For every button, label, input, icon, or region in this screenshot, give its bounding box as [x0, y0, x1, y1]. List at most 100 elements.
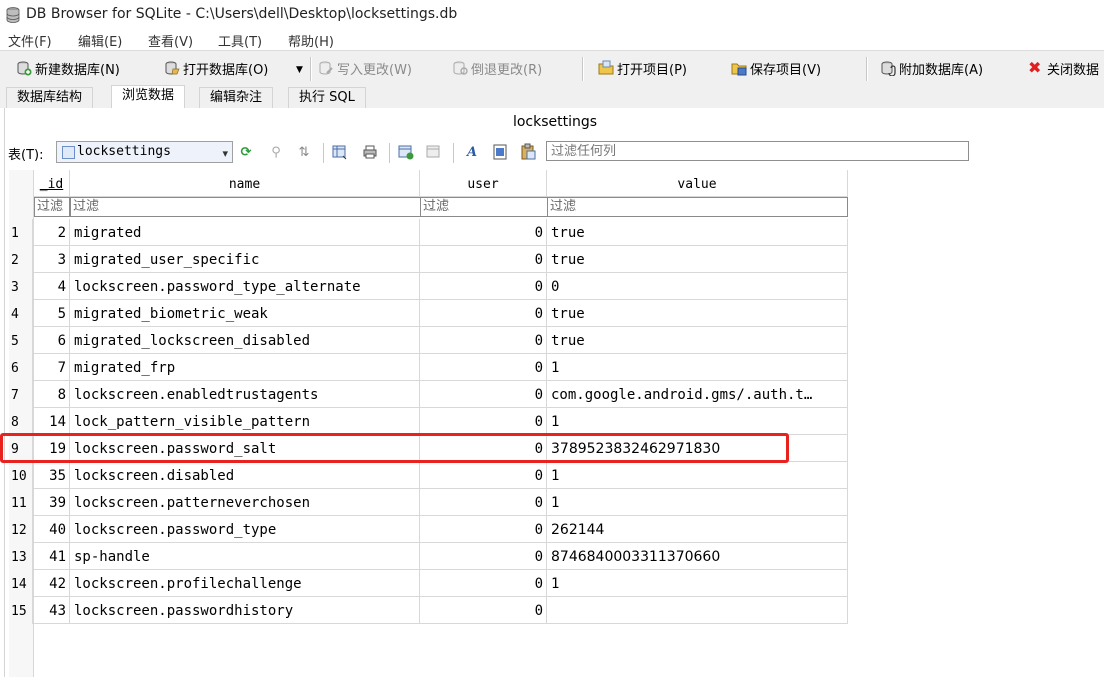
cell-name[interactable]: sp-handle: [70, 543, 420, 570]
table-row[interactable]: 13 41 sp-handle 0 8746840003311370660: [9, 543, 852, 570]
new-database-button[interactable]: 新建数据库(N): [16, 57, 120, 79]
sort-icon[interactable]: ⇅: [295, 143, 313, 161]
insert-record-icon[interactable]: [397, 143, 415, 161]
cell-id[interactable]: 6: [34, 327, 70, 354]
tab-execute-sql[interactable]: 执行 SQL: [288, 87, 366, 108]
cell-id[interactable]: 8: [34, 381, 70, 408]
menu-tools[interactable]: 工具(T): [218, 31, 262, 50]
write-changes-button[interactable]: 写入更改(W): [318, 57, 412, 79]
cell-id[interactable]: 2: [34, 219, 70, 246]
cell-user[interactable]: 0: [420, 435, 547, 462]
table-row[interactable]: 4 5 migrated_biometric_weak 0 true: [9, 300, 852, 327]
table-row[interactable]: 14 42 lockscreen.profilechallenge 0 1: [9, 570, 852, 597]
cell-user[interactable]: 0: [420, 462, 547, 489]
cell-id[interactable]: 40: [34, 516, 70, 543]
cell-id[interactable]: 3: [34, 246, 70, 273]
table-row[interactable]: 2 3 migrated_user_specific 0 true: [9, 246, 852, 273]
cell-name[interactable]: lockscreen.enabledtrustagents: [70, 381, 420, 408]
cell-name[interactable]: lockscreen.disabled: [70, 462, 420, 489]
cell-id[interactable]: 41: [34, 543, 70, 570]
table-row[interactable]: 1 2 migrated 0 true: [9, 219, 852, 246]
cell-value[interactable]: true: [547, 246, 848, 273]
save-table-icon[interactable]: [331, 143, 349, 161]
cell-id[interactable]: 5: [34, 300, 70, 327]
cell-name[interactable]: lockscreen.password_type_alternate: [70, 273, 420, 300]
table-row[interactable]: 8 14 lock_pattern_visible_pattern 0 1: [9, 408, 852, 435]
cell-user[interactable]: 0: [420, 516, 547, 543]
menu-edit[interactable]: 编辑(E): [78, 31, 122, 50]
filter-user-input[interactable]: 过滤: [420, 197, 548, 217]
cell-name[interactable]: migrated_biometric_weak: [70, 300, 420, 327]
cell-value[interactable]: [547, 597, 848, 624]
table-row[interactable]: 15 43 lockscreen.passwordhistory 0: [9, 597, 852, 624]
save-project-button[interactable]: 保存项目(V): [731, 57, 821, 79]
attach-database-button[interactable]: 附加数据库(A): [880, 57, 983, 79]
menu-help[interactable]: 帮助(H): [288, 31, 334, 50]
print-icon[interactable]: [361, 143, 379, 161]
cell-user[interactable]: 0: [420, 543, 547, 570]
menu-view[interactable]: 查看(V): [148, 31, 193, 50]
filter-id-input[interactable]: 过滤: [34, 197, 70, 217]
cell-value[interactable]: 1: [547, 462, 848, 489]
delete-record-icon[interactable]: [425, 143, 443, 161]
cell-value[interactable]: com.google.android.gms/.auth.t…: [547, 381, 848, 408]
cell-name[interactable]: lockscreen.patterneverchosen: [70, 489, 420, 516]
column-header-name[interactable]: name: [70, 170, 420, 197]
open-project-button[interactable]: 打开项目(P): [598, 57, 687, 79]
cell-value[interactable]: 1: [547, 408, 848, 435]
table-row[interactable]: 7 8 lockscreen.enabledtrustagents 0 com.goog…: [9, 381, 852, 408]
cell-name[interactable]: lockscreen.password_type: [70, 516, 420, 543]
cell-id[interactable]: 14: [34, 408, 70, 435]
tab-browse-data[interactable]: 浏览数据: [111, 85, 186, 109]
column-header-id[interactable]: _id: [34, 170, 70, 197]
table-row[interactable]: 10 35 lockscreen.disabled 0 1: [9, 462, 852, 489]
cell-name[interactable]: migrated_lockscreen_disabled: [70, 327, 420, 354]
table-row[interactable]: 9 19 lockscreen.password_salt 0 378952383246…: [9, 435, 852, 462]
cell-user[interactable]: 0: [420, 354, 547, 381]
cell-user[interactable]: 0: [420, 381, 547, 408]
cell-user[interactable]: 0: [420, 408, 547, 435]
cell-value[interactable]: true: [547, 300, 848, 327]
open-database-dropdown-icon[interactable]: ▼: [296, 65, 303, 75]
cell-name[interactable]: lockscreen.passwordhistory: [70, 597, 420, 624]
cell-user[interactable]: 0: [420, 597, 547, 624]
cell-user[interactable]: 0: [420, 489, 547, 516]
table-row[interactable]: 3 4 lockscreen.password_type_alternate 0 0: [9, 273, 852, 300]
cell-name[interactable]: lock_pattern_visible_pattern: [70, 408, 420, 435]
revert-changes-button[interactable]: 倒退更改(R): [452, 57, 542, 79]
refresh-icon[interactable]: ⟳: [237, 143, 255, 161]
table-row[interactable]: 12 40 lockscreen.password_type 0 262144: [9, 516, 852, 543]
close-database-button[interactable]: ✖ 关闭数据: [1028, 57, 1099, 79]
column-header-user[interactable]: user: [420, 170, 547, 197]
cell-user[interactable]: 0: [420, 246, 547, 273]
filter-value-input[interactable]: 过滤: [547, 197, 848, 217]
cell-value[interactable]: 0: [547, 273, 848, 300]
cell-value[interactable]: 8746840003311370660: [547, 543, 848, 570]
cell-value[interactable]: 262144: [547, 516, 848, 543]
clear-filters-icon[interactable]: ⚲: [267, 143, 285, 161]
cell-id[interactable]: 35: [34, 462, 70, 489]
open-database-button[interactable]: 打开数据库(O): [164, 57, 268, 79]
cell-value[interactable]: true: [547, 219, 848, 246]
cell-user[interactable]: 0: [420, 300, 547, 327]
cell-value[interactable]: 1: [547, 354, 848, 381]
clipboard-icon[interactable]: [519, 143, 537, 161]
table-row[interactable]: 11 39 lockscreen.patterneverchosen 0 1: [9, 489, 852, 516]
cell-id[interactable]: 43: [34, 597, 70, 624]
cell-value[interactable]: 1: [547, 570, 848, 597]
filter-all-input[interactable]: 过滤任何列: [546, 141, 969, 161]
table-select[interactable]: locksettings ▾: [56, 141, 233, 163]
cell-id[interactable]: 39: [34, 489, 70, 516]
cell-user[interactable]: 0: [420, 327, 547, 354]
cell-user[interactable]: 0: [420, 219, 547, 246]
cell-value[interactable]: true: [547, 327, 848, 354]
cell-value[interactable]: 1: [547, 489, 848, 516]
tab-database-structure[interactable]: 数据库结构: [6, 87, 94, 108]
cell-id[interactable]: 42: [34, 570, 70, 597]
table-row[interactable]: 5 6 migrated_lockscreen_disabled 0 true: [9, 327, 852, 354]
menu-file[interactable]: 文件(F): [8, 31, 52, 50]
cell-name[interactable]: migrated_frp: [70, 354, 420, 381]
cell-id[interactable]: 7: [34, 354, 70, 381]
filter-name-input[interactable]: 过滤: [70, 197, 421, 217]
cell-name[interactable]: migrated: [70, 219, 420, 246]
